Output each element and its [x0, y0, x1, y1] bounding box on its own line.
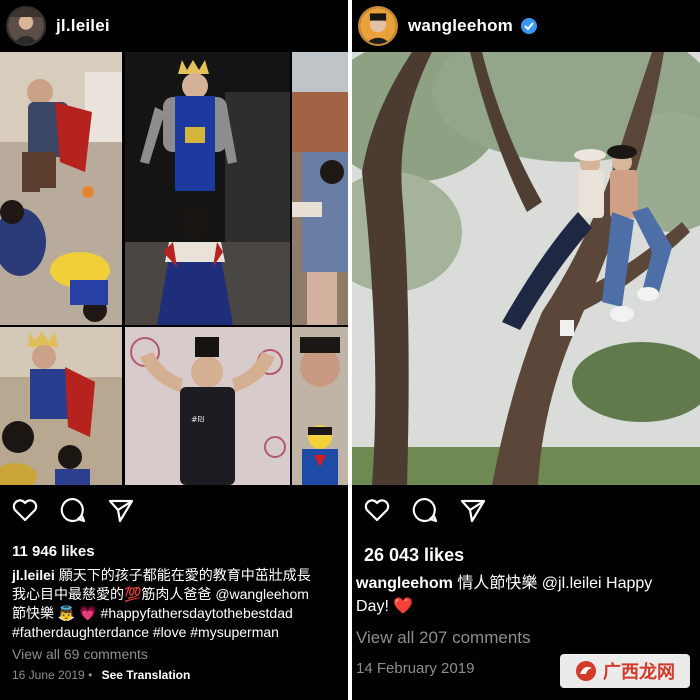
avatar[interactable] — [6, 6, 46, 46]
photo-couple-in-tree — [352, 52, 700, 485]
caption-username[interactable]: jl.leilei — [12, 567, 55, 583]
comment-icon[interactable] — [410, 495, 440, 525]
username[interactable]: jl.leilei — [56, 16, 110, 36]
post-caption: wangleehom 情人節快樂 @jl.leilei Happy Day! ❤… — [352, 566, 700, 618]
photo-collage[interactable]: #₪ — [0, 52, 348, 485]
post-header: wangleehom — [352, 0, 700, 52]
view-comments-link[interactable]: View all 207 comments — [352, 624, 700, 648]
dragon-logo-icon — [576, 661, 596, 681]
photo-kids-costume — [0, 52, 122, 325]
verified-badge-icon — [520, 18, 537, 34]
share-icon[interactable] — [106, 495, 136, 525]
see-translation-link[interactable]: See Translation — [102, 668, 191, 682]
caption-line-1: 情人節快樂 @jl.leilei Happy — [452, 575, 653, 592]
avatar[interactable] — [358, 6, 398, 46]
watermark-text: 广西龙网 — [603, 662, 675, 683]
share-icon[interactable] — [458, 495, 488, 525]
post-actions — [352, 485, 700, 535]
post-date-line: 16 June 2019 • See Translation — [12, 668, 191, 682]
likes-count[interactable]: 26 043 likes — [352, 545, 700, 566]
caption-line-2: 我心目中最慈愛的💯筋肉人爸爸 @wangleehom — [12, 586, 309, 602]
svg-text:#₪: #₪ — [191, 415, 204, 424]
post-actions — [0, 485, 348, 535]
caption-line-2: Day! ❤️ — [356, 598, 414, 615]
photo-tree-couple[interactable] — [352, 52, 700, 485]
caption-line-1: 願天下的孩子都能在愛的教育中茁壯成長 — [58, 567, 311, 583]
post-wangleehom: wangleehom 26 043 likes wangleehom 情人節快樂… — [352, 0, 700, 700]
view-comments-link[interactable]: View all 69 comments — [0, 642, 348, 662]
post-header: jl.leilei — [0, 0, 348, 52]
comment-icon[interactable] — [58, 495, 88, 525]
heart-icon[interactable] — [362, 495, 392, 525]
photo-father-daughter-dance — [125, 52, 290, 325]
caption-username[interactable]: wangleehom — [356, 575, 453, 592]
likes-count[interactable]: 11 946 likes — [0, 543, 348, 560]
post-date: 16 June 2019 — [12, 668, 85, 682]
caption-line-3: 節快樂 👼 💗 #happyfathersdaytothebestdad — [12, 605, 293, 621]
photo-king-costume — [0, 327, 122, 485]
username[interactable]: wangleehom — [408, 16, 513, 36]
photo-superman-lego — [292, 327, 348, 485]
caption-line-4: #fatherdaughterdance #love #mysuperman — [12, 624, 279, 640]
photo-muscle-pose: #₪ — [125, 327, 290, 485]
watermark-logo: 广西龙网 — [560, 654, 690, 688]
post-jl-leilei: jl.leilei #₪ 11 946 likes jl.leilei 願天下的… — [0, 0, 348, 700]
heart-icon[interactable] — [10, 495, 40, 525]
post-caption: jl.leilei 願天下的孩子都能在愛的教育中茁壯成長 我心目中最慈愛的💯筋肉… — [0, 560, 348, 642]
photo-sitting — [292, 52, 348, 325]
